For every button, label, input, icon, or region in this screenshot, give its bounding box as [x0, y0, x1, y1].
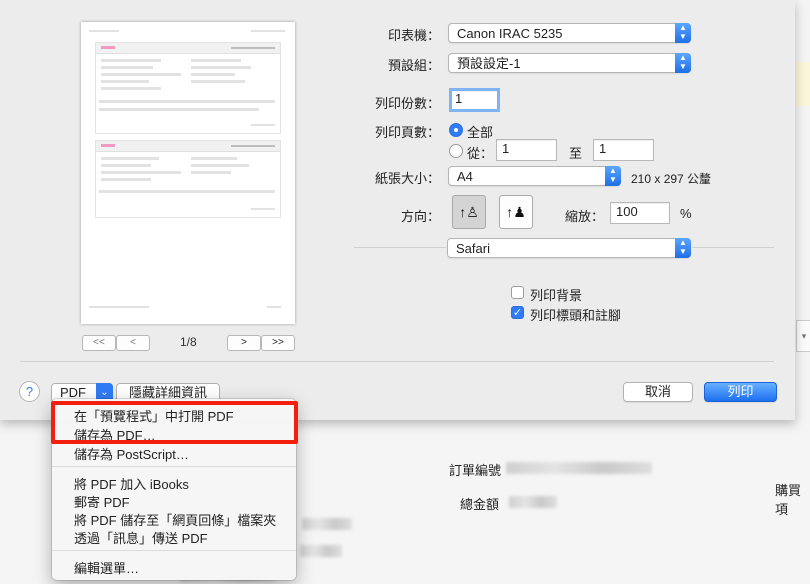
paper-size-select[interactable]: A4 ▲ ▼: [448, 166, 621, 186]
print-headers-label: 列印標頭和註腳: [530, 308, 622, 323]
background-page-edge: ▾: [795, 0, 810, 420]
buyer-label: 購買項: [775, 483, 802, 517]
menu-item-add-to-ibooks[interactable]: 將 PDF 加入 iBooks: [74, 474, 189, 493]
copies-label: 列印份數：: [374, 96, 440, 111]
popup-arrows-icon: ▲ ▼: [675, 23, 691, 43]
print-headers-checkbox[interactable]: ✓: [511, 306, 524, 319]
total-redacted: [509, 496, 557, 508]
forward-page-group: > >>: [227, 335, 295, 351]
cancel-button[interactable]: 取消: [623, 382, 693, 402]
paper-dimensions: 210 x 297 公釐: [631, 172, 712, 186]
pages-to-label: 至: [569, 146, 583, 161]
divider-left: [354, 247, 446, 248]
printer-label: 印表機：: [387, 28, 440, 43]
pages-from-field[interactable]: 1: [496, 139, 557, 161]
menu-item-save-to-web-receipts[interactable]: 將 PDF 儲存至「網頁回條」檔案夾: [74, 510, 276, 529]
print-backgrounds-label: 列印背景: [530, 288, 583, 303]
background-yellow-strip: [795, 62, 810, 106]
order-number-label: 訂單編號: [449, 463, 502, 478]
pages-all-radio[interactable]: [449, 123, 463, 137]
popup-arrows-icon: ▲ ▼: [605, 166, 621, 186]
pages-label: 列印頁數：: [374, 125, 440, 140]
landscape-orientation-button[interactable]: ↑♟: [499, 195, 533, 229]
menu-separator: [52, 466, 296, 467]
scale-label: 縮放：: [565, 209, 605, 224]
total-label: 總金額: [460, 497, 500, 512]
print-button[interactable]: 列印: [704, 382, 777, 402]
first-page-button[interactable]: <<: [82, 335, 116, 351]
pages-all-label: 全部: [467, 125, 494, 140]
pages-to-field[interactable]: 1: [593, 139, 654, 161]
paper-size-label: 紙張大小：: [374, 171, 440, 186]
popup-arrows-icon: ▲ ▼: [675, 53, 691, 73]
pages-range-radio[interactable]: [449, 144, 463, 158]
portrait-person-icon: ↑♙: [459, 204, 479, 220]
presets-value: 預設設定-1: [457, 56, 521, 71]
presets-select[interactable]: 預設設定-1 ▲ ▼: [448, 53, 691, 73]
help-button[interactable]: ?: [19, 381, 40, 402]
back-page-group: << <: [82, 335, 150, 351]
popup-arrows-icon: ▲ ▼: [675, 238, 691, 258]
redacted-text-1: [302, 518, 352, 530]
background-dropdown-caret: ▾: [796, 320, 810, 352]
previous-page-button[interactable]: <: [116, 335, 150, 351]
app-options-select[interactable]: Safari ▲ ▼: [447, 238, 691, 258]
print-preview-page: [81, 22, 295, 324]
scale-field[interactable]: 100: [610, 202, 670, 224]
order-number-redacted: [506, 462, 652, 474]
paper-size-value: A4: [457, 169, 473, 184]
menu-separator: [52, 550, 296, 551]
presets-label: 預設組：: [387, 58, 440, 73]
divider-right: [692, 247, 774, 248]
menu-item-edit-menu[interactable]: 編輯選單…: [74, 558, 139, 577]
printer-value: Canon IRAC 5235: [457, 26, 563, 41]
menu-item-mail-pdf[interactable]: 郵寄 PDF: [74, 492, 130, 511]
app-options-value: Safari: [456, 241, 490, 256]
menu-item-send-via-messages[interactable]: 透過「訊息」傳送 PDF: [74, 528, 208, 547]
scale-unit: %: [680, 206, 692, 221]
page-indicator: 1/8: [180, 335, 197, 349]
copies-field[interactable]: 1: [449, 88, 500, 112]
print-backgrounds-checkbox[interactable]: [511, 286, 524, 299]
landscape-person-icon: ↑♟: [506, 204, 526, 220]
redacted-text-2: [300, 545, 342, 557]
pages-from-label: 從：: [467, 146, 494, 161]
pdf-button-label: PDF: [60, 385, 86, 400]
last-page-button[interactable]: >>: [261, 335, 295, 351]
next-page-button[interactable]: >: [227, 335, 261, 351]
footer-divider: [20, 361, 774, 362]
print-dialog-sheet: << < 1/8 > >> 印表機： Canon IRAC 5235 ▲ ▼ 預設…: [0, 0, 795, 420]
orientation-label: 方向：: [400, 209, 440, 224]
printer-select[interactable]: Canon IRAC 5235 ▲ ▼: [448, 23, 691, 43]
portrait-orientation-button[interactable]: ↑♙: [452, 195, 486, 229]
menu-item-save-as-postscript[interactable]: 儲存為 PostScript…: [74, 444, 189, 463]
red-highlight-box: [51, 401, 298, 444]
